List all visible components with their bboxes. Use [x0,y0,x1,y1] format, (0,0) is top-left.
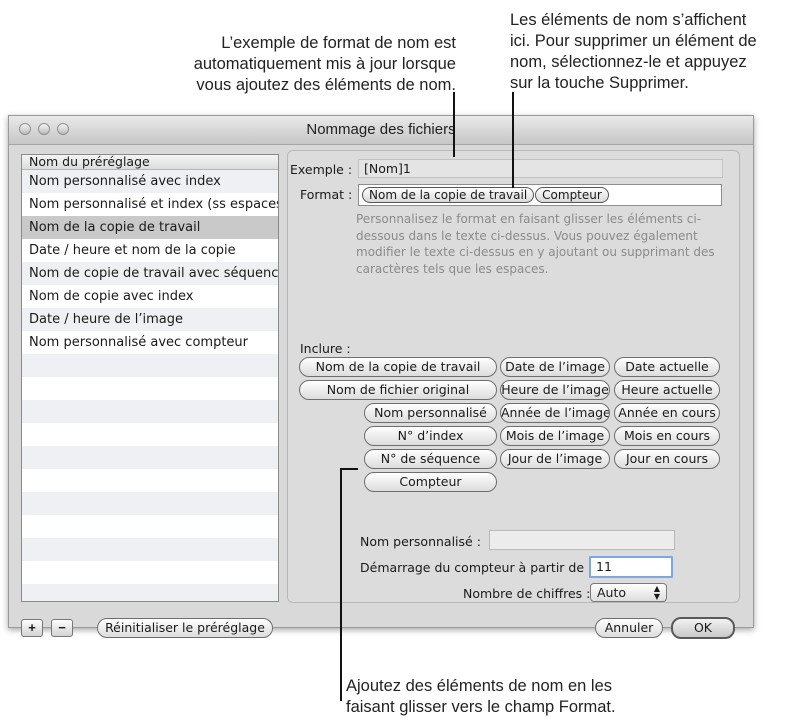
element-image-date[interactable]: Date de l’image [500,357,610,377]
element-copy-name[interactable]: Nom de la copie de travail [299,357,497,377]
custom-name-input[interactable] [489,530,675,550]
empty-row [22,584,278,601]
callout-line: sur la touche Supprimer. [510,74,689,92]
callout-line: automatiquement mis à jour lorsque [193,55,456,73]
element-current-year[interactable]: Année en cours [614,403,720,423]
empty-row [22,354,278,377]
leader-line [340,468,358,470]
callout-line: Ajoutez des éléments de nom en les [346,677,612,695]
element-current-date[interactable]: Date actuelle [614,357,720,377]
callout-line: ici. Pour supprimer un élément de [510,32,757,50]
element-image-time[interactable]: Heure de l’image [500,380,610,400]
preset-item[interactable]: Nom personnalisé avec compteur [22,331,278,354]
title-bar[interactable]: Nommage des fichiers [9,116,753,145]
element-sequence-number[interactable]: N° de séquence [364,449,497,469]
counter-start-label: Démarrage du compteur à partir de : [360,560,593,575]
empty-row [22,492,278,515]
format-token-copy-name[interactable]: Nom de la copie de travail [362,187,535,203]
preset-item[interactable]: Nom de copie de travail avec séquence [22,262,278,285]
empty-row [22,400,278,423]
callout-line: faisant glisser vers le champ Format. [346,698,616,716]
preset-item[interactable]: Date / heure de l’image [22,308,278,331]
format-panel: Exemple : [Nom]1 Format : Nom de la copi… [287,150,740,603]
element-custom-name[interactable]: Nom personnalisé [364,403,497,423]
preset-item[interactable]: Nom de copie avec index [22,285,278,308]
example-preview: [Nom]1 [358,159,723,178]
leader-line [512,92,514,188]
include-label: Inclure : [300,341,351,356]
format-label: Format : [300,187,353,202]
cancel-button[interactable]: Annuler [595,618,663,638]
digits-label: Nombre de chiffres : [463,586,591,601]
empty-row [22,377,278,400]
reset-preset-button[interactable]: Réinitialiser le préréglage [97,618,273,638]
digits-select[interactable]: Auto ▲ ▼ [590,583,667,602]
empty-row [22,561,278,584]
preset-item-selected[interactable]: Nom de la copie de travail [22,216,278,239]
callout-line: nom, sélectionnez-le et appuyez [510,53,747,71]
custom-name-label: Nom personnalisé : [360,534,481,549]
element-image-day[interactable]: Jour de l’image [500,449,610,469]
empty-row [22,515,278,538]
element-image-month[interactable]: Mois de l’image [500,426,610,446]
digits-select-value: Auto [597,585,627,600]
add-preset-button[interactable]: + [21,619,43,637]
leader-line [453,92,455,157]
callout-line: vous ajoutez des éléments de nom. [196,76,456,94]
callout-line: L’exemple de format de nom est [221,34,456,52]
example-label: Exemple : [290,162,353,177]
callout-name-elements: Les éléments de nom s’affichent ici. Pou… [510,10,806,94]
empty-row [22,423,278,446]
element-counter[interactable]: Compteur [364,472,497,492]
empty-row [22,469,278,492]
element-index-number[interactable]: N° d’index [364,426,497,446]
format-token-counter[interactable]: Compteur [535,187,609,203]
callout-line: Les éléments de nom s’affichent [510,11,747,29]
callout-name-example: L’exemple de format de nom est automatiq… [126,33,456,96]
window-title: Nommage des fichiers [306,121,456,138]
element-current-time[interactable]: Heure actuelle [614,380,720,400]
preset-list[interactable]: Nom du préréglage Nom personnalisé avec … [21,154,279,602]
callout-add-elements: Ajoutez des éléments de nom en les faisa… [346,676,706,718]
element-current-month[interactable]: Mois en cours [614,426,720,446]
preset-item[interactable]: Nom personnalisé et index (ss espaces) [22,193,278,216]
element-original-filename[interactable]: Nom de fichier original [299,380,497,400]
preset-item[interactable]: Date / heure et nom de la copie [22,239,278,262]
element-current-day[interactable]: Jour en cours [614,449,720,469]
format-help-text: Personnalisez le format en faisant gliss… [356,212,715,276]
counter-start-input[interactable]: 11 [589,556,673,578]
empty-row [22,446,278,469]
preset-list-header: Nom du préréglage [22,155,278,170]
element-image-year[interactable]: Année de l’image [500,403,610,423]
leader-line [340,468,342,701]
format-field[interactable]: Nom de la copie de travail Compteur [358,184,722,206]
remove-preset-button[interactable]: − [51,619,73,637]
up-down-arrows-icon: ▲ ▼ [653,584,660,601]
empty-row [22,538,278,561]
file-naming-window: Nommage des fichiers Nom du préréglage N… [8,115,754,639]
preset-item[interactable]: Nom personnalisé avec index [22,170,278,193]
ok-button[interactable]: OK [671,617,735,639]
